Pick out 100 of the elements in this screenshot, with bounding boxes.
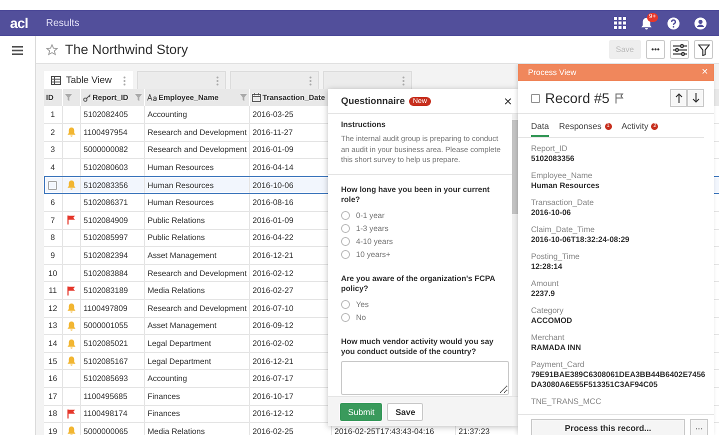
view-tab[interactable]	[323, 71, 412, 89]
save-button[interactable]: Save	[387, 402, 424, 420]
table-cell: Media Relations	[144, 422, 249, 435]
vertical-dots-icon[interactable]	[123, 76, 126, 86]
field-label: Category	[531, 306, 564, 316]
view-tab[interactable]: Table View	[44, 71, 133, 89]
table-cell: 1100497809	[80, 300, 144, 318]
field-label: Payment_Card	[531, 360, 586, 370]
arrow-down-icon	[692, 93, 700, 103]
filter-icon	[698, 44, 710, 56]
table-cell: Legal Department	[144, 334, 249, 352]
table-cell: Asset Management	[144, 317, 249, 335]
table-cell: Public Relations	[144, 212, 249, 230]
field-label: Merchant	[531, 333, 566, 343]
table-icon	[51, 76, 61, 85]
filter-icon[interactable]	[64, 94, 72, 101]
vertical-dots-icon[interactable]	[309, 76, 312, 86]
questionnaire-title: Questionnaire	[341, 96, 405, 106]
table-cell: 5102085167	[80, 352, 144, 370]
star-icon[interactable]	[46, 44, 58, 56]
page-title: The Northwind Story	[65, 42, 188, 57]
table-cell: 5000001055	[80, 317, 144, 335]
submit-button[interactable]: Submit	[340, 402, 382, 420]
table-cell: 5102085693	[80, 370, 144, 388]
table-cell: Accounting	[144, 370, 249, 388]
row-number: 11	[48, 286, 57, 296]
apps-grid-icon[interactable]	[614, 17, 626, 29]
menu-icon[interactable]	[12, 46, 23, 55]
row-number: 17	[48, 392, 58, 401]
field-label: Amount	[531, 279, 560, 289]
row-number: 12	[48, 304, 58, 313]
app-logo[interactable]: acl	[10, 15, 28, 31]
row-number: 8	[50, 233, 55, 242]
app-title: Results	[46, 18, 80, 28]
more-button[interactable]: ···	[690, 418, 708, 435]
answer-text-area[interactable]	[341, 361, 509, 396]
filter-icon[interactable]	[134, 94, 142, 101]
row-number: 15	[48, 356, 58, 366]
table-cell: 1100498174	[80, 405, 144, 423]
table-cell: 5000000082	[80, 141, 144, 159]
view-tab[interactable]	[137, 71, 226, 89]
table-cell: 5102085997	[80, 229, 144, 247]
field-label: Claim_Date_Time	[531, 225, 596, 235]
vertical-dots-icon[interactable]	[216, 76, 219, 86]
row-number: 10	[48, 268, 58, 278]
record-checkbox[interactable]	[531, 94, 540, 102]
row-number: 9	[50, 251, 55, 260]
previous-record-button[interactable]	[670, 89, 687, 107]
table-cell: 1100495685	[80, 388, 144, 406]
table-cell: Media Relations	[144, 282, 249, 300]
close-button[interactable]: ×	[504, 94, 512, 108]
table-cell: Human Resources	[144, 194, 249, 212]
row-number: 2	[50, 128, 55, 137]
process-record-button[interactable]: Process this record...	[531, 418, 685, 435]
row-number: 4	[50, 163, 55, 172]
panel-title: Process View	[528, 68, 576, 77]
field-label: Transaction_Date	[531, 198, 595, 208]
row-number: 14	[48, 339, 58, 348]
filter-button[interactable]	[694, 40, 713, 59]
filter-icon[interactable]	[240, 94, 246, 101]
table-cell: 5102083356	[80, 176, 144, 194]
row-number: 7	[50, 216, 55, 225]
text-type-icon	[146, 94, 156, 101]
table-cell: Public Relations	[144, 229, 249, 247]
user-account-icon[interactable]	[694, 16, 707, 30]
field-label: Posting_Time	[531, 252, 581, 262]
key-icon	[82, 94, 90, 102]
sliders-icon	[672, 44, 686, 56]
flag-outline-icon[interactable]	[614, 92, 624, 104]
help-icon[interactable]	[667, 16, 680, 30]
settings-sliders-button[interactable]	[670, 40, 689, 59]
row-number: 1	[50, 110, 55, 120]
table-cell: Human Resources	[144, 176, 249, 194]
row-number: 18	[48, 409, 58, 418]
field-label: Report_ID	[531, 144, 568, 154]
next-record-button[interactable]	[687, 89, 704, 107]
scrollbar[interactable]	[512, 114, 518, 396]
row-number: 13	[48, 321, 58, 330]
table-cell: Research and Development	[144, 300, 249, 318]
table-cell: 1100497954	[80, 124, 144, 142]
table-cell: 5102083189	[80, 282, 144, 300]
table-cell: 5102086371	[80, 194, 144, 212]
table-cell: Finances	[144, 405, 249, 423]
table-cell: Asset Management	[144, 246, 249, 264]
row-checkbox[interactable]	[48, 180, 58, 190]
more-options-button[interactable]: •••	[646, 40, 665, 59]
table-cell: Legal Department	[144, 352, 249, 370]
row-number: 19	[48, 426, 58, 435]
panel-tab[interactable]: Data	[531, 118, 549, 137]
column-header[interactable]	[62, 89, 80, 106]
record-title: Record #5	[545, 90, 610, 106]
table-cell: 5102082405	[80, 106, 144, 124]
table-cell: Accounting	[144, 106, 249, 124]
table-cell: 5102083884	[80, 264, 144, 282]
view-tab-label: Table View	[66, 75, 112, 86]
view-tab[interactable]	[230, 71, 319, 89]
field-label: Employee_Name	[531, 171, 594, 181]
vertical-dots-icon[interactable]	[402, 76, 405, 86]
table-cell: Research and Development	[144, 264, 249, 282]
table-cell: 5000000065	[80, 422, 144, 435]
